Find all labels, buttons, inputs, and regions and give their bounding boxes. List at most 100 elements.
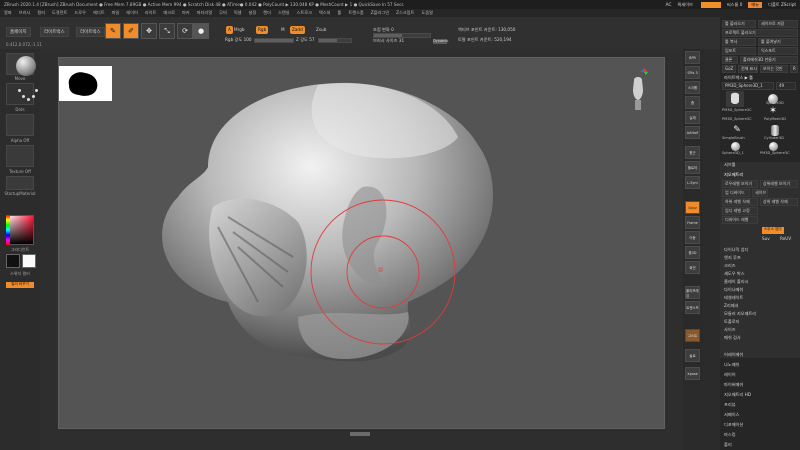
suv-toggle[interactable]: Suv xyxy=(762,236,770,241)
xyz-button[interactable]: Qxyz xyxy=(685,201,700,214)
preview-menu[interactable]: 프리뷰 xyxy=(724,402,736,408)
load-tool-button[interactable]: 툴 불러오기 xyxy=(722,20,756,28)
mesh-integrity-menu[interactable]: 메쉬 검사 xyxy=(724,335,741,341)
menu-zscript[interactable]: Z스크립트 xyxy=(396,10,414,16)
home-page-button[interactable]: 홈페이지 xyxy=(6,27,31,37)
seethrough-slider[interactable] xyxy=(700,1,721,8)
menu-zplugin[interactable]: Z플러그인 xyxy=(371,10,389,16)
copy-tool-button[interactable]: 툴 복사 xyxy=(722,38,756,46)
spix-button[interactable]: SPix 3 xyxy=(685,66,700,79)
zremesher-menu[interactable]: Z리메셔 xyxy=(724,303,738,309)
delete-lower-button[interactable]: 하위 레벨 삭제 xyxy=(722,198,758,206)
sculpt-model[interactable] xyxy=(58,57,665,429)
geometry-menu[interactable]: 지오메트리 xyxy=(724,172,743,178)
draw-size-label[interactable]: 브러시 사이즈 31 xyxy=(373,38,404,44)
bpr-button[interactable]: BPR xyxy=(685,51,700,64)
zoom3d-button[interactable]: 줌3D xyxy=(685,246,700,259)
rgb-button[interactable]: Rgb xyxy=(256,26,269,34)
lightbox-tools-link[interactable]: 라이트박스 ▶ 툴 xyxy=(724,75,753,81)
polyframe-button[interactable]: 폴리프레임 xyxy=(685,286,700,299)
menu-marker[interactable]: 마커 xyxy=(182,10,190,16)
scale-mode-button[interactable]: ⤡ xyxy=(159,23,175,39)
dynamic-toggle[interactable]: Dynamic xyxy=(433,39,448,44)
menu-movie[interactable]: 무비 xyxy=(219,10,227,16)
alternate-color-button[interactable]: 컬러 바꾸기 xyxy=(6,282,34,288)
divide-button[interactable]: 업 디바이드 xyxy=(722,189,750,197)
dynamesh-menu[interactable]: 다이나메쉬 xyxy=(724,287,743,293)
higher-res-button[interactable]: 상위레벨 보이기 xyxy=(760,180,798,188)
shadowbox-menu[interactable]: 섀도우 박스 xyxy=(724,271,745,277)
zsub-button[interactable]: Zsub xyxy=(316,27,326,32)
dynamic-subdiv-menu[interactable]: 다이나믹 섭디 xyxy=(724,247,748,253)
brush-selector[interactable] xyxy=(6,53,36,76)
zoom-button[interactable]: 줌 xyxy=(685,96,700,109)
modify-topology-menu[interactable]: 모듈러 지오메트리 xyxy=(724,311,756,317)
rgb-intensity-label[interactable]: Rgb 강도 100 xyxy=(225,37,252,43)
menu-material[interactable]: 머티리얼 xyxy=(197,10,212,16)
topology-menu[interactable]: 토폴로지 xyxy=(724,319,739,325)
aahalf-button[interactable]: AAHalf xyxy=(685,126,700,139)
menu-help[interactable]: 도움말 xyxy=(421,10,433,16)
claypolish-menu[interactable]: 클레이 폴리시 xyxy=(724,279,748,285)
menu-draw[interactable]: 드로우 xyxy=(74,10,86,16)
material-selector[interactable] xyxy=(6,176,34,190)
draw-mode-button[interactable]: ✐ xyxy=(123,23,139,39)
hue-strip[interactable] xyxy=(6,215,10,245)
menu-transform[interactable]: 트랜스폼 xyxy=(348,10,363,16)
make-polymesh-button[interactable]: 폴리메쉬3D 만들기 xyxy=(740,56,798,64)
rotate-button[interactable]: 회전 xyxy=(685,261,700,274)
arraymesh-menu[interactable]: 어레이메쉬 xyxy=(724,352,743,358)
default-zscript-button[interactable]: 디폴트 ZScript xyxy=(768,2,796,8)
export-button[interactable]: 익스포트 xyxy=(758,47,798,55)
switch-color-label[interactable]: 스위치 컬러 xyxy=(2,271,38,277)
menu-tool[interactable]: 툴 xyxy=(338,10,342,16)
fibermesh-menu[interactable]: 파이버메쉬 xyxy=(724,382,743,388)
menu-light[interactable]: 라이트 xyxy=(145,10,157,16)
menu-stencil[interactable]: 스텐실 xyxy=(278,10,290,16)
geo-save-button[interactable]: 세이브 xyxy=(752,189,768,197)
gradient-label[interactable]: 그라디언트 xyxy=(2,247,38,253)
crease-menu[interactable]: 크리즈 xyxy=(724,263,736,269)
color-picker[interactable] xyxy=(6,215,34,245)
current-tool-name[interactable]: PM3D_Sphere3D_1 xyxy=(722,82,774,90)
secondary-color-swatch[interactable] xyxy=(22,254,36,268)
scroll-button[interactable]: 스크롤 xyxy=(685,81,700,94)
visible-button[interactable]: 보이는 것만 xyxy=(760,65,788,73)
layers-menu[interactable]: 레이어 xyxy=(724,372,736,378)
lightbox-button[interactable]: 라이트박스 xyxy=(40,27,69,37)
edge-loop-menu[interactable]: 엣지 루프 xyxy=(724,255,741,261)
masking-menu[interactable]: 마스킹 xyxy=(724,432,736,438)
goz-button[interactable]: GoZ xyxy=(722,65,736,73)
menu-edit[interactable]: 에디트 xyxy=(93,10,105,16)
move-mode-button[interactable]: ✥ xyxy=(141,23,157,39)
ac-button[interactable]: AC xyxy=(666,2,672,7)
surface-menu[interactable]: 서페이스 xyxy=(724,412,739,418)
reuv-toggle[interactable]: ReUV xyxy=(780,236,791,241)
frame-button[interactable]: Frame xyxy=(685,216,700,229)
persp-button[interactable]: 원근 xyxy=(685,146,700,159)
material-sphere-button[interactable]: ● xyxy=(193,23,209,39)
tool-thumb-head[interactable] xyxy=(726,91,744,107)
nanomesh-menu[interactable]: 나노메쉬 xyxy=(724,362,739,368)
rgb-intensity-slider[interactable] xyxy=(254,38,294,43)
lower-res-button[interactable]: 로우레벨 보이기 xyxy=(722,180,758,188)
menu-layer[interactable]: 레이어 xyxy=(126,10,138,16)
polygroups-menu[interactable]: 폴리 xyxy=(724,442,732,448)
local-symmetry-button[interactable]: L.Sym xyxy=(685,176,700,189)
clone-button[interactable]: 클론 xyxy=(722,56,738,64)
delete-higher-button[interactable]: 상위 레벨 삭제 xyxy=(760,198,798,206)
subtool-menu[interactable]: 서브툴 xyxy=(724,162,736,168)
menu-document[interactable]: 도큐먼트 xyxy=(52,10,67,16)
smooth-toggle[interactable]: 스무스 업다 xyxy=(762,227,784,234)
geometry-hd-menu[interactable]: 지오메트리 HD xyxy=(724,392,751,398)
freeze-subdivision-button[interactable]: 업디 레벨 고정 xyxy=(722,207,758,215)
menu-stroke[interactable]: 스트로크 xyxy=(297,10,312,16)
rotate-mode-button[interactable]: ⟳ xyxy=(177,23,193,39)
transp-button[interactable]: 트랜스프 xyxy=(685,301,700,314)
menu-preferences[interactable]: 설정 xyxy=(249,10,257,16)
orientation-gizmo[interactable] xyxy=(626,66,650,114)
menu-texture[interactable]: 텍스처 xyxy=(319,10,331,16)
import-button[interactable]: 임포트 xyxy=(722,47,756,55)
ghost-button[interactable]: 고스트 xyxy=(685,329,700,342)
z-intensity-label[interactable]: Z 강도 57 xyxy=(296,37,315,43)
